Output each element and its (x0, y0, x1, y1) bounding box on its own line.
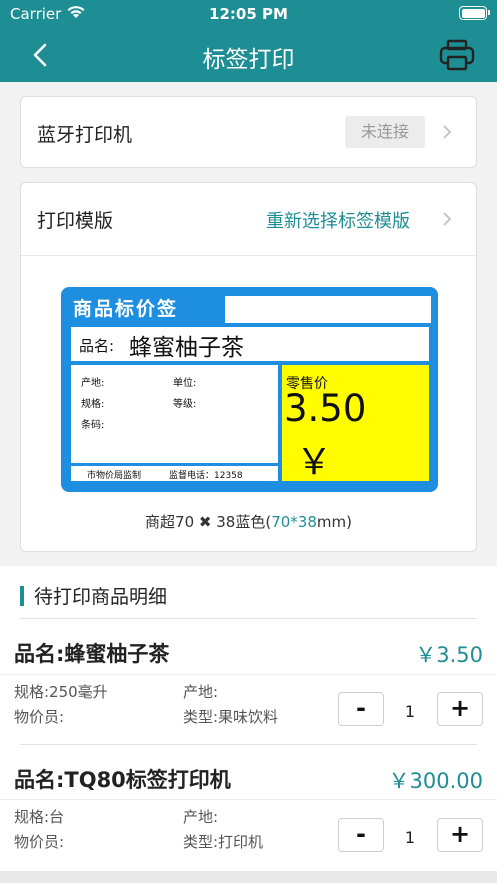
label-grade: 等级: (173, 399, 197, 410)
caption-suffix: mm) (316, 513, 352, 531)
chevron-right-icon (441, 124, 453, 140)
section-title: 待打印商品明细 (34, 586, 168, 608)
product-price: ￥300.00 (388, 769, 483, 793)
template-label: 打印模版 (37, 210, 114, 232)
label-currency-symbol: ￥ (296, 442, 333, 483)
label-preview: 商品标价签 品名: 蜂蜜柚子茶 产地: 单位: 规格: 等级: 条码: 零售价 … (61, 287, 438, 492)
bottom-spacer (0, 871, 497, 883)
product-type: 类型:打印机 (183, 833, 264, 851)
label-price-value: 3.50 (284, 387, 367, 430)
product-name: 品名:TQ80标签打印机 (14, 768, 231, 792)
printer-icon[interactable] (439, 38, 475, 72)
product-list-section: 待打印商品明细 品名:蜂蜜柚子茶 ￥3.50 规格:250毫升 产地: 物价员:… (0, 566, 497, 871)
caption-prefix: 商超70 ✖ 38蓝色( (145, 513, 272, 531)
product-staff: 物价员: (14, 833, 65, 851)
template-caption: 商超70 ✖ 38蓝色(70*38mm) (21, 511, 476, 532)
label-barcode: 条码: (81, 420, 105, 431)
section-accent-bar (20, 586, 24, 606)
page-title: 标签打印 (202, 47, 295, 73)
product-origin: 产地: (183, 683, 219, 701)
reselect-template-link[interactable]: 重新选择标签模版 (266, 207, 410, 233)
list-item: 品名:蜂蜜柚子茶 ￥3.50 规格:250毫升 产地: 物价员: 类型:果味饮料… (0, 618, 497, 744)
product-staff: 物价员: (14, 708, 65, 726)
label-footer-left: 市物价局监制 (87, 471, 142, 481)
status-bar: Carrier 12:05 PM (0, 0, 497, 28)
divider (21, 255, 476, 256)
label-name-box: 品名: 蜂蜜柚子茶 (71, 327, 429, 361)
connection-status-badge: 未连接 (345, 116, 425, 148)
label-footer: 市物价局监制 监督电话：12358 (71, 466, 278, 481)
nav-bar: 标签打印 (0, 28, 497, 82)
product-name: 品名:蜂蜜柚子茶 (14, 642, 170, 666)
label-footer-right: 监督电话：12358 (169, 471, 243, 481)
bluetooth-printer-label: 蓝牙打印机 (37, 124, 133, 146)
quantity-decrease-button[interactable]: - (338, 692, 384, 726)
product-spec: 规格:250毫升 (14, 683, 108, 701)
quantity-decrease-button[interactable]: - (338, 818, 384, 852)
label-spec: 规格: (81, 399, 105, 410)
template-card: 打印模版 重新选择标签模版 商品标价签 品名: 蜂蜜柚子茶 产地: 单位: 规格… (20, 182, 477, 552)
divider (0, 799, 497, 800)
product-price: ￥3.50 (415, 643, 483, 667)
quantity-value: 1 (404, 828, 416, 847)
chevron-right-icon (441, 211, 453, 227)
clock-time: 12:05 PM (209, 5, 288, 23)
product-type: 类型:果味饮料 (183, 708, 279, 726)
label-price-box: 零售价 3.50 ￥ (282, 365, 429, 483)
label-name-value: 蜂蜜柚子茶 (129, 335, 244, 361)
quantity-increase-button[interactable]: + (437, 818, 483, 852)
bluetooth-printer-row[interactable]: 蓝牙打印机 未连接 (20, 96, 477, 168)
quantity-increase-button[interactable]: + (437, 692, 483, 726)
battery-icon (459, 6, 490, 20)
product-origin: 产地: (183, 808, 219, 826)
label-header-bar (225, 296, 431, 323)
divider (0, 674, 497, 675)
caption-size: 70*38 (271, 513, 317, 531)
list-item: 品名:TQ80标签打印机 ￥300.00 规格:台 产地: 物价员: 类型:打印… (0, 744, 497, 870)
label-title: 商品标价签 (73, 298, 179, 320)
label-info-box: 产地: 单位: 规格: 等级: 条码: (71, 365, 278, 463)
template-select-row[interactable]: 打印模版 重新选择标签模版 (21, 183, 476, 255)
product-spec: 规格:台 (14, 808, 65, 826)
quantity-value: 1 (404, 702, 416, 721)
label-unit: 单位: (173, 378, 197, 389)
label-origin: 产地: (81, 378, 105, 389)
label-name-caption: 品名: (79, 337, 115, 355)
